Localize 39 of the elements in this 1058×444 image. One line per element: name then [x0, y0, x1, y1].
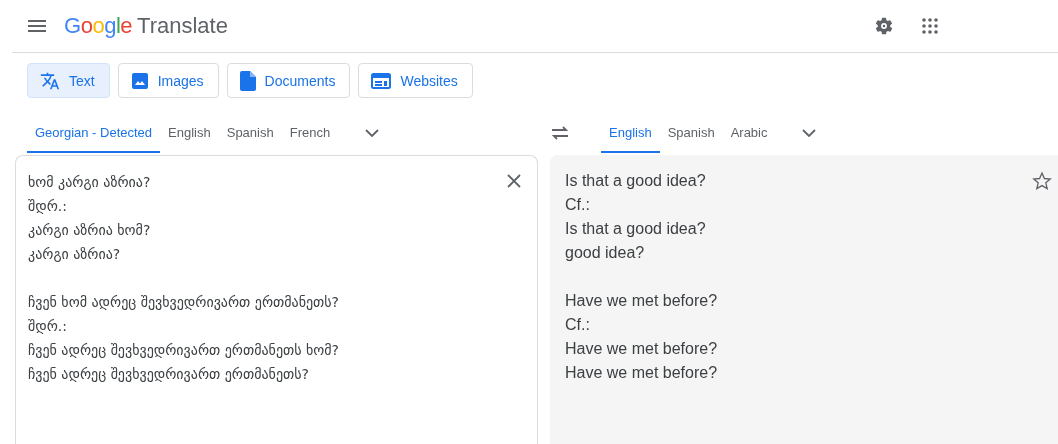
- apps-grid-icon[interactable]: [922, 18, 938, 34]
- source-text-line: ჩვენ ადრეც შევხვედრივართ ერთმანეთს ხომ?: [28, 341, 341, 360]
- image-icon: [130, 71, 149, 90]
- mode-button[interactable]: Websites: [358, 63, 473, 98]
- language-tab[interactable]: English: [160, 113, 219, 153]
- language-tab[interactable]: English: [601, 113, 660, 153]
- source-text-line: კარგი აზრია ხომ?: [28, 221, 152, 240]
- mode-button[interactable]: Documents: [226, 63, 351, 98]
- source-text-line: შდრ.:: [28, 317, 68, 336]
- language-tab[interactable]: Georgian - Detected: [27, 113, 161, 153]
- translation-line: Have we met before?: [565, 363, 719, 383]
- product-title: Translate: [137, 13, 228, 39]
- menu-icon[interactable]: [28, 20, 46, 32]
- mode-button[interactable]: Images: [117, 63, 219, 98]
- close-icon[interactable]: [507, 174, 521, 188]
- translation-line: Cf.:: [565, 315, 591, 335]
- translation-line: Have we met before?: [565, 339, 719, 359]
- language-tab[interactable]: Arabic: [722, 113, 776, 153]
- document-icon: [239, 70, 256, 91]
- source-text-line: კარგი აზრია?: [28, 245, 122, 264]
- translation-line: Have we met before?: [565, 291, 719, 311]
- source-text-area[interactable]: ხომ კარგი აზრია? შდრ.: კარგი აზრია ხომ? კარგი აზრია? ჩვენ ხომ ადრეც შევხვედრივართ ერთმანეთს? შდრ.: ჩვენ ადრეც შევხვედრივართ ერთმანეთს ხომ? ჩვენ ადრეც შევხვედრივართ ერთმანეთს?: [15, 155, 538, 444]
- source-text-line: ჩვენ ხომ ადრეც შევხვედრივართ ერთმანეთს?: [28, 293, 341, 312]
- translation-line: good idea?: [565, 243, 646, 263]
- language-tab[interactable]: Spanish: [218, 113, 282, 153]
- language-tab[interactable]: Spanish: [659, 113, 723, 153]
- translation-line: Cf.:: [565, 195, 591, 215]
- translation-line: Is that a good idea?: [565, 219, 707, 239]
- star-icon[interactable]: [1032, 171, 1052, 191]
- source-text-line: ჩვენ ადრეც შევხვედრივართ ერთმანეთს?: [28, 365, 310, 384]
- google-logo: Google: [64, 13, 132, 39]
- source-text-line: შდრ.:: [28, 197, 68, 216]
- settings-icon[interactable]: [874, 16, 894, 36]
- mode-button[interactable]: Text: [27, 63, 110, 98]
- translate-icon: [40, 70, 60, 91]
- translation-line: Is that a good idea?: [565, 171, 707, 191]
- source-text-line: ხომ კარგი აზრია?: [28, 173, 152, 192]
- web-page-icon: [371, 72, 392, 89]
- language-tab[interactable]: French: [281, 113, 339, 153]
